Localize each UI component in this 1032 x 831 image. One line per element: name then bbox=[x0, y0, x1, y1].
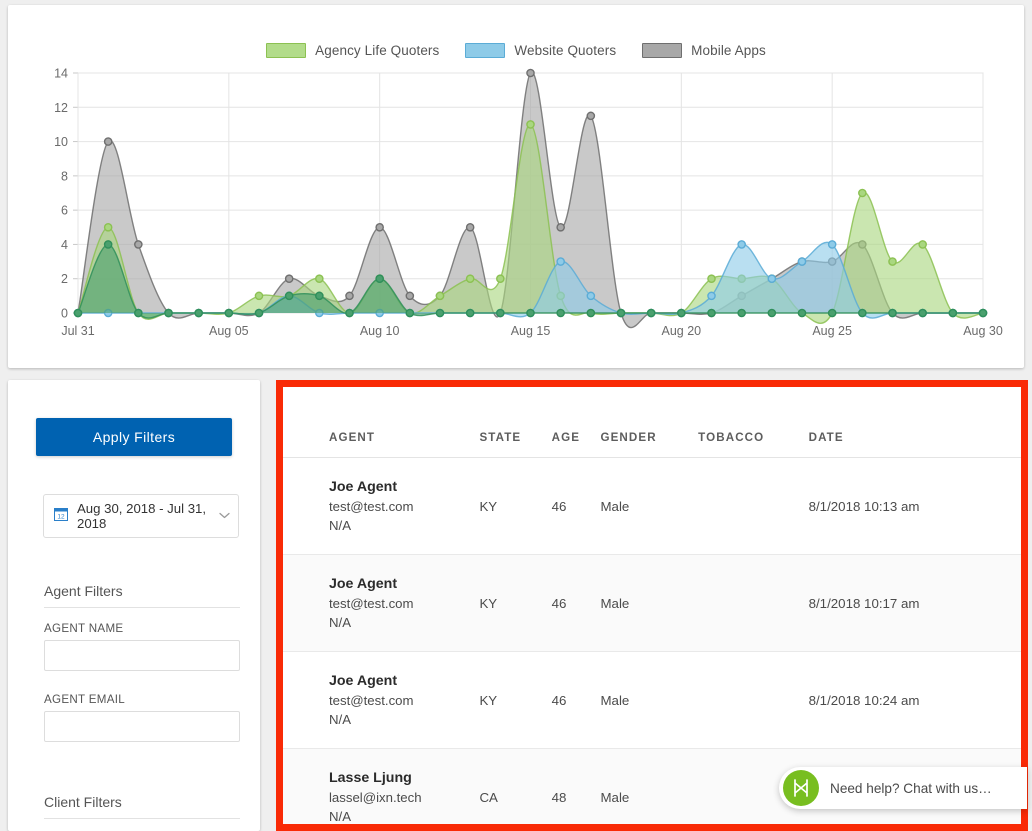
cell-agent: Joe Agent test@test.com N/A bbox=[283, 651, 480, 749]
dashboard-page: Agency Life Quoters Website Quoters Mobi… bbox=[0, 0, 1032, 831]
cell-date: 8/1/2018 10:17 am bbox=[808, 554, 1021, 652]
agent-name: Joe Agent bbox=[329, 576, 398, 592]
column-header-date[interactable]: DATE bbox=[808, 387, 1021, 458]
agent-extra: N/A bbox=[329, 809, 351, 824]
column-header-gender[interactable]: GENDER bbox=[600, 387, 699, 458]
svg-text:Aug 30: Aug 30 bbox=[963, 324, 1003, 338]
cell-date: 8/1/2018 10:13 am bbox=[808, 457, 1021, 555]
table-row[interactable]: Joe Agent test@test.com N/A KY 46 Male 8/1/201… bbox=[283, 457, 1021, 555]
results-table-highlight: AGENT STATE AGE GENDER TOBACCO DATE Joe … bbox=[276, 380, 1028, 831]
agent-extra: N/A bbox=[329, 518, 351, 533]
chart-card: Agency Life Quoters Website Quoters Mobi… bbox=[8, 5, 1024, 368]
cell-age: 46 bbox=[551, 554, 601, 652]
legend-swatch-icon bbox=[266, 43, 307, 58]
date-range-picker[interactable]: 12 Aug 30, 2018 - Jul 31, 2018 bbox=[43, 494, 239, 538]
agent-email: test@test.com bbox=[329, 499, 414, 514]
agent-name-label: AGENT NAME bbox=[44, 622, 124, 635]
svg-text:10: 10 bbox=[54, 135, 68, 149]
agent-filters-heading: Agent Filters bbox=[44, 583, 240, 608]
agent-extra: N/A bbox=[329, 615, 351, 630]
svg-text:12: 12 bbox=[57, 513, 65, 520]
agent-name: Joe Agent bbox=[329, 479, 398, 495]
column-header-tobacco[interactable]: TOBACCO bbox=[698, 387, 809, 458]
cell-age: 48 bbox=[551, 748, 601, 824]
cell-state: CA bbox=[479, 748, 552, 824]
legend-item-mobile-apps[interactable]: Mobile Apps bbox=[642, 43, 766, 58]
cell-state: KY bbox=[479, 554, 552, 652]
legend-swatch-icon bbox=[642, 43, 683, 58]
chart-legend: Agency Life Quoters Website Quoters Mobi… bbox=[8, 43, 1024, 58]
table-header: AGENT STATE AGE GENDER TOBACCO DATE bbox=[283, 387, 1021, 458]
agent-email-input[interactable] bbox=[44, 711, 240, 742]
agent-name: Joe Agent bbox=[329, 673, 398, 689]
svg-text:8: 8 bbox=[61, 169, 68, 183]
agent-email: lassel@ixn.tech bbox=[329, 790, 422, 805]
cell-tobacco bbox=[698, 554, 809, 652]
chart-svg: 0 2 4 6 8 10 12 14 Jul 31 Aug 05 Aug 10 Aug 15 Aug 2… bbox=[54, 67, 1003, 339]
agent-email: test@test.com bbox=[329, 596, 414, 611]
legend-swatch-icon bbox=[465, 43, 506, 58]
cell-age: 46 bbox=[551, 651, 601, 749]
cell-state: KY bbox=[479, 651, 552, 749]
column-header-state[interactable]: STATE bbox=[479, 387, 552, 458]
cell-date: 8/1/2018 10:24 am bbox=[808, 651, 1021, 749]
cell-age: 46 bbox=[551, 457, 601, 555]
legend-item-website-quoters[interactable]: Website Quoters bbox=[465, 43, 616, 58]
column-header-age[interactable]: AGE bbox=[551, 387, 601, 458]
svg-text:Aug 15: Aug 15 bbox=[511, 324, 551, 338]
svg-text:0: 0 bbox=[61, 307, 68, 321]
area-chart-plot[interactable]: 0 2 4 6 8 10 12 14 Jul 31 Aug 05 Aug 10 Aug 15 Aug 2… bbox=[8, 63, 1024, 348]
results-table: AGENT STATE AGE GENDER TOBACCO DATE Joe … bbox=[283, 387, 1021, 824]
cell-agent: Joe Agent test@test.com N/A bbox=[283, 457, 480, 555]
agent-email-label: AGENT EMAIL bbox=[44, 693, 126, 706]
chat-avatar-icon bbox=[783, 770, 819, 806]
agent-name-input[interactable] bbox=[44, 640, 240, 671]
cell-tobacco bbox=[698, 651, 809, 749]
legend-item-agency-life-quoters[interactable]: Agency Life Quoters bbox=[266, 43, 439, 58]
svg-text:Aug 25: Aug 25 bbox=[812, 324, 852, 338]
svg-text:Aug 20: Aug 20 bbox=[662, 324, 702, 338]
svg-text:Aug 10: Aug 10 bbox=[360, 324, 400, 338]
apply-filters-button[interactable]: Apply Filters bbox=[36, 418, 232, 456]
svg-text:4: 4 bbox=[61, 238, 68, 252]
table-header-row: AGENT STATE AGE GENDER TOBACCO DATE bbox=[283, 387, 1021, 458]
results-table-card: AGENT STATE AGE GENDER TOBACCO DATE Joe … bbox=[283, 387, 1021, 824]
cell-gender: Male bbox=[600, 457, 699, 555]
calendar-icon: 12 bbox=[54, 507, 68, 526]
table-row[interactable]: Joe Agent test@test.com N/A KY 46 Male 8/1/201… bbox=[283, 651, 1021, 749]
cell-state: KY bbox=[479, 457, 552, 555]
client-filters-heading: Client Filters bbox=[44, 794, 240, 819]
cell-gender: Male bbox=[600, 748, 699, 824]
svg-text:6: 6 bbox=[61, 204, 68, 218]
chevron-down-icon bbox=[219, 510, 230, 522]
svg-text:14: 14 bbox=[54, 67, 68, 81]
cell-agent: Joe Agent test@test.com N/A bbox=[283, 554, 480, 652]
column-header-agent[interactable]: AGENT bbox=[283, 387, 480, 458]
date-range-value: Aug 30, 2018 - Jul 31, 2018 bbox=[77, 501, 207, 531]
cell-tobacco bbox=[698, 457, 809, 555]
legend-label: Mobile Apps bbox=[691, 43, 766, 58]
svg-text:Aug 05: Aug 05 bbox=[209, 324, 249, 338]
legend-label: Website Quoters bbox=[514, 43, 617, 58]
svg-text:12: 12 bbox=[54, 101, 68, 115]
filters-panel: Apply Filters 12 Aug 30, 2018 - Jul 31, … bbox=[8, 380, 260, 831]
table-row[interactable]: Joe Agent test@test.com N/A KY 46 Male 8/1/201… bbox=[283, 554, 1021, 652]
agent-extra: N/A bbox=[329, 712, 351, 727]
agent-name: Lasse Ljung bbox=[329, 770, 412, 786]
cell-gender: Male bbox=[600, 651, 699, 749]
chat-prompt-label: Need help? Chat with us… bbox=[830, 780, 992, 796]
cell-agent: Lasse Ljung lassel@ixn.tech N/A bbox=[283, 748, 480, 824]
agent-email: test@test.com bbox=[329, 693, 414, 708]
svg-text:Jul 31: Jul 31 bbox=[61, 324, 94, 338]
chat-widget[interactable]: Need help? Chat with us… bbox=[779, 767, 1027, 809]
svg-text:2: 2 bbox=[61, 272, 68, 286]
legend-label: Agency Life Quoters bbox=[315, 43, 440, 58]
cell-gender: Male bbox=[600, 554, 699, 652]
